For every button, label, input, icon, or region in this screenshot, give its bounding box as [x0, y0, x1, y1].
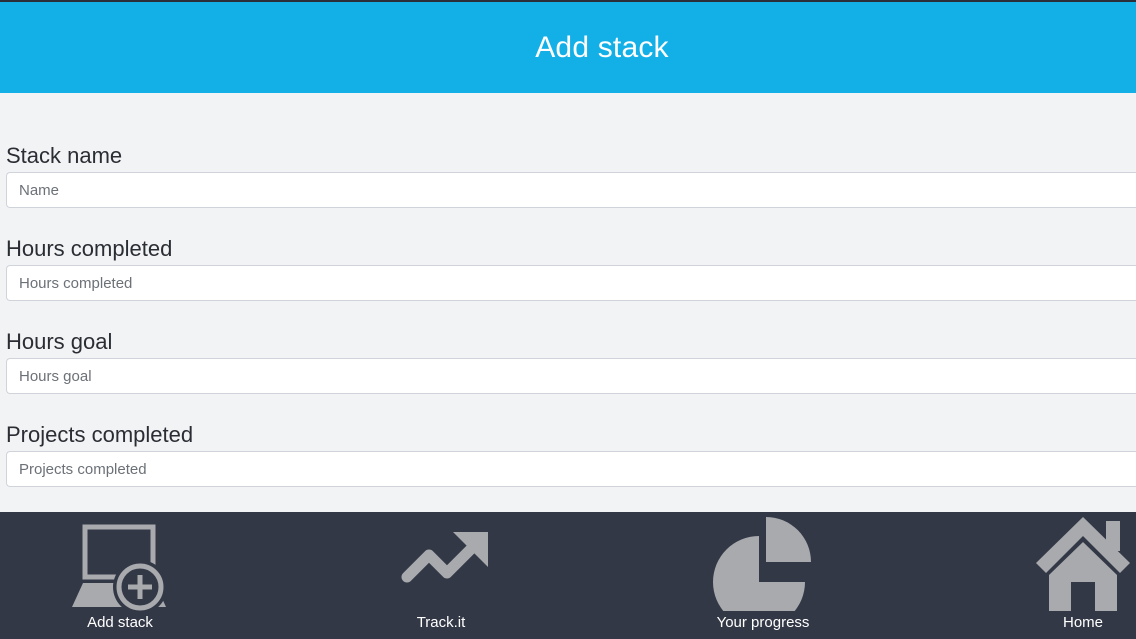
app-window: Add stack Stack name Hours completed Hou… — [0, 0, 1136, 639]
hours-goal-label: Hours goal — [6, 329, 113, 354]
projects-completed-label: Projects completed — [6, 422, 194, 447]
add-stack-form: Stack name Hours completed Hours goal Pr… — [6, 139, 1136, 511]
bottom-nav-bar: Add stack Track.it Your progress Home — [0, 512, 1136, 639]
hours-goal-input[interactable] — [6, 358, 1136, 394]
home-icon — [1036, 517, 1130, 611]
projects-completed-input[interactable] — [6, 451, 1136, 487]
page-header: Add stack — [0, 2, 1136, 93]
pie-chart-icon — [713, 517, 811, 611]
stack-name-field-group: Stack name — [6, 139, 1136, 232]
trend-up-icon — [401, 532, 488, 583]
hours-completed-field-group: Hours completed — [6, 232, 1136, 325]
nav-add-stack-button[interactable]: Add stack — [60, 512, 180, 639]
hours-completed-label: Hours completed — [6, 236, 173, 261]
nav-add-stack-label: Add stack — [87, 614, 153, 631]
stack-name-input[interactable] — [6, 172, 1136, 208]
hours-goal-field-group: Hours goal — [6, 325, 1136, 418]
laptop-add-icon — [72, 524, 167, 611]
nav-your-progress-label: Your progress — [716, 614, 810, 631]
stack-name-label: Stack name — [6, 143, 123, 168]
page-title: Add stack — [535, 30, 669, 64]
nav-track-it-label: Track.it — [416, 614, 466, 631]
nav-track-it-button[interactable]: Track.it — [381, 512, 501, 639]
projects-completed-field-group: Projects completed — [6, 418, 1136, 511]
nav-home-label: Home — [1062, 614, 1103, 631]
nav-your-progress-button[interactable]: Your progress — [693, 512, 833, 639]
hours-completed-input[interactable] — [6, 265, 1136, 301]
nav-home-button[interactable]: Home — [1033, 512, 1133, 639]
